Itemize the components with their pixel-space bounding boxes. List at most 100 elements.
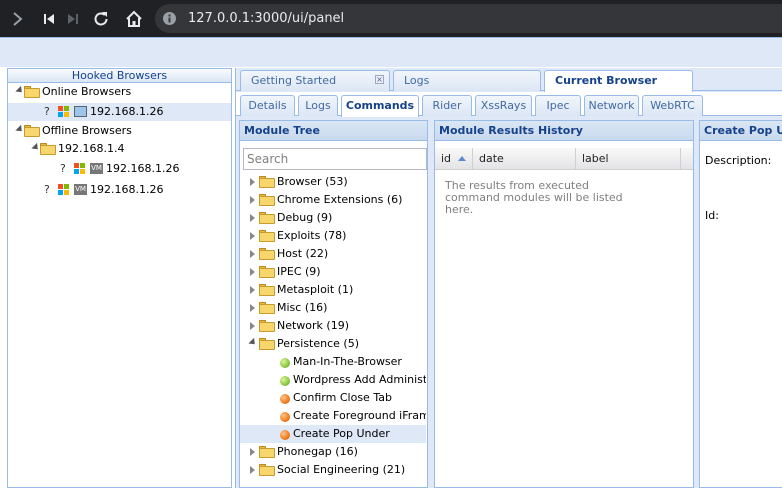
status-green-icon [280,358,290,368]
expand-arrow-icon[interactable] [250,466,255,474]
category-debug[interactable]: Debug (9) [240,209,426,227]
category-misc[interactable]: Misc (16) [240,299,426,317]
browser-ip-label: 192.168.1.26 [106,162,180,175]
folder-icon [259,230,275,242]
main-tab-bar: Getting Started × Logs Current Browser [236,68,782,92]
tab-details[interactable]: Details [240,95,295,116]
folder-icon [24,86,40,98]
offline-browsers-node[interactable]: Offline Browsers [8,122,231,140]
column-date[interactable]: date [473,148,576,170]
tab-logs[interactable]: Logs [393,70,541,91]
tab-getting-started[interactable]: Getting Started × [240,70,390,91]
module-label: Man-In-The-Browser [293,355,402,368]
site-info-icon[interactable] [162,11,177,26]
expand-arrow-icon[interactable] [250,268,255,276]
expand-arrow-icon[interactable] [250,304,255,312]
tab-ipec[interactable]: Ipec [535,95,581,116]
column-id[interactable]: id [435,148,473,170]
folder-icon [259,284,275,296]
url-text[interactable]: 127.0.0.1:3000/ui/panel [188,11,344,26]
offline-browsers-label: Offline Browsers [42,124,132,137]
module-item[interactable]: Wordpress Add Administrator [240,371,426,389]
folder-icon [259,248,275,260]
category-label: Phonegap (16) [277,445,358,458]
results-grid-header: id date label [435,148,693,170]
category-label: Host (22) [277,247,329,260]
category-label: Metasploit (1) [277,283,354,296]
unknown-os-icon: ? [44,105,50,118]
folder-icon [259,464,275,476]
browser-toolbar: 127.0.0.1:3000/ui/panel [0,0,782,37]
category-phonegap[interactable]: Phonegap (16) [240,443,426,461]
folder-icon [259,302,275,314]
tab-rider[interactable]: Rider [422,95,472,116]
category-metasploit[interactable]: Metasploit (1) [240,281,426,299]
category-label: Exploits (78) [277,229,347,242]
skip-forward-icon[interactable] [62,8,84,30]
module-item-selected[interactable]: Create Pop Under [240,425,426,443]
category-network[interactable]: Network (19) [240,317,426,335]
module-label: Wordpress Add Administrator [293,373,426,386]
folder-icon [40,143,56,155]
module-tree-title: Module Tree [240,121,427,141]
category-ipec[interactable]: IPEC (9) [240,263,426,281]
expand-arrow-icon[interactable] [250,448,255,456]
category-exploits[interactable]: Exploits (78) [240,227,426,245]
category-host[interactable]: Host (22) [240,245,426,263]
status-orange-icon [280,412,290,422]
tab-xssrays[interactable]: XssRays [475,95,532,116]
tab-label: Logs [404,74,430,87]
tab-webrtc[interactable]: WebRTC [642,95,703,116]
online-browser-item[interactable]: ? 192.168.1.26 [8,103,231,121]
online-browsers-node[interactable]: Online Browsers [8,83,231,101]
folder-icon [259,320,275,332]
category-chrome-extensions[interactable]: Chrome Extensions (6) [240,191,426,209]
expand-arrow-icon[interactable] [250,178,255,186]
expand-arrow-icon[interactable] [250,322,255,330]
module-label: Create Foreground iFrame [293,409,426,422]
tab-current-browser[interactable]: Current Browser [544,70,693,92]
module-search-input[interactable]: Search [243,148,427,170]
expand-arrow-icon[interactable] [250,232,255,240]
module-item[interactable]: Create Foreground iFrame [240,407,426,425]
status-orange-icon [280,430,290,440]
category-label: Misc (16) [277,301,328,314]
expand-arrow-icon[interactable] [250,214,255,222]
status-green-icon [280,376,290,386]
category-label: Chrome Extensions (6) [277,193,403,206]
unknown-os-icon: ? [60,162,66,175]
tab-label: Getting Started [251,74,337,87]
folder-icon [259,446,275,458]
expand-arrow-icon[interactable] [250,196,255,204]
module-item[interactable]: Confirm Close Tab [240,389,426,407]
reload-icon[interactable] [90,8,112,30]
forward-icon[interactable] [6,8,28,30]
category-persistence[interactable]: Persistence (5) [240,335,426,353]
tab-commands[interactable]: Commands [341,95,419,117]
skip-back-icon[interactable] [38,8,60,30]
offline-browser-item[interactable]: ? VM 192.168.1.26 [8,160,231,178]
category-label: Network (19) [277,319,350,332]
category-label: IPEC (9) [277,265,321,278]
tab-network[interactable]: Network [584,95,639,116]
address-bar[interactable]: 127.0.0.1:3000/ui/panel [155,4,782,33]
module-detail-panel: Create Pop Under Description: Id: [699,120,782,488]
expand-arrow-icon[interactable] [250,286,255,294]
category-social-engineering[interactable]: Social Engineering (21) [240,461,426,479]
close-icon[interactable]: × [375,75,384,84]
category-label: Social Engineering (21) [277,463,406,476]
expand-arrow-icon[interactable] [250,250,255,258]
expand-arrow-icon[interactable] [248,337,258,348]
offline-browser-item[interactable]: ? VM 192.168.1.26 [8,181,231,199]
offline-group-node[interactable]: 192.168.1.4 [8,140,231,158]
windows-icon [74,163,86,175]
category-browser[interactable]: Browser (53) [240,173,426,191]
column-label: id [441,152,452,165]
module-detail-title: Create Pop Under [700,121,782,141]
windows-icon [58,106,70,118]
column-label-header[interactable]: label [576,148,681,170]
results-empty-text: The results from executed command module… [445,179,623,216]
home-icon[interactable] [123,8,145,30]
module-item[interactable]: Man-In-The-Browser [240,353,426,371]
tab-logs-sub[interactable]: Logs [298,95,338,116]
